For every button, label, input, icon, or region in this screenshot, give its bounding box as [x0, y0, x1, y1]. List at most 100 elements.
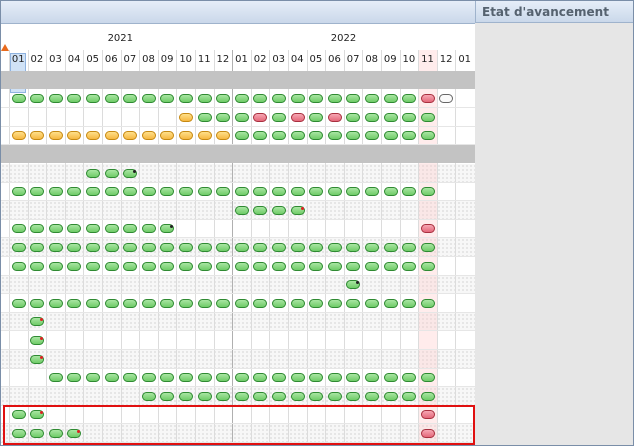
task-milestone[interactable] — [253, 94, 268, 104]
month-header[interactable]: 02 — [251, 54, 270, 65]
task-milestone[interactable] — [290, 131, 305, 141]
task-milestone[interactable] — [216, 131, 231, 141]
task-milestone[interactable] — [197, 261, 212, 271]
task-milestone[interactable] — [309, 261, 324, 271]
task-milestone[interactable] — [160, 94, 175, 104]
month-header[interactable]: 11 — [195, 54, 214, 65]
task-milestone[interactable] — [67, 298, 82, 308]
task-milestone[interactable] — [234, 298, 249, 308]
task-milestone[interactable] — [197, 112, 212, 122]
task-milestone[interactable] — [141, 242, 156, 252]
task-milestone[interactable] — [271, 131, 286, 141]
task-milestone[interactable] — [253, 112, 268, 122]
task-milestone[interactable] — [104, 94, 119, 104]
month-header[interactable]: 08 — [139, 54, 158, 65]
task-milestone[interactable] — [290, 242, 305, 252]
task-milestone[interactable] — [439, 94, 454, 104]
task-milestone[interactable] — [271, 94, 286, 104]
task-milestone[interactable] — [141, 261, 156, 271]
task-milestone[interactable] — [364, 242, 379, 252]
task-milestone[interactable] — [309, 391, 324, 401]
task-milestone[interactable] — [197, 187, 212, 197]
task-milestone[interactable] — [383, 373, 398, 383]
task-milestone[interactable] — [383, 187, 398, 197]
task-milestone[interactable] — [67, 131, 82, 141]
task-milestone[interactable] — [253, 391, 268, 401]
task-milestone[interactable] — [160, 224, 175, 234]
task-milestone[interactable] — [234, 112, 249, 122]
task-milestone[interactable] — [104, 261, 119, 271]
task-milestone[interactable] — [123, 187, 138, 197]
task-milestone[interactable] — [216, 187, 231, 197]
task-milestone[interactable] — [402, 373, 417, 383]
task-milestone[interactable] — [346, 94, 361, 104]
task-milestone[interactable] — [85, 373, 100, 383]
task-milestone[interactable] — [11, 94, 26, 104]
task-milestone[interactable] — [402, 261, 417, 271]
task-milestone[interactable] — [290, 112, 305, 122]
task-milestone[interactable] — [364, 373, 379, 383]
task-milestone[interactable] — [178, 112, 193, 122]
task-milestone[interactable] — [253, 261, 268, 271]
task-milestone[interactable] — [30, 187, 45, 197]
task-milestone[interactable] — [420, 131, 435, 141]
task-milestone[interactable] — [234, 187, 249, 197]
task-milestone[interactable] — [327, 94, 342, 104]
task-milestone[interactable] — [290, 94, 305, 104]
task-milestone[interactable] — [253, 205, 268, 215]
task-milestone[interactable] — [364, 187, 379, 197]
task-milestone[interactable] — [30, 354, 45, 364]
month-header[interactable]: 10 — [176, 54, 195, 65]
month-header[interactable]: 03 — [269, 54, 288, 65]
task-milestone[interactable] — [85, 168, 100, 178]
task-milestone[interactable] — [216, 242, 231, 252]
task-milestone[interactable] — [290, 391, 305, 401]
group-header-row[interactable] — [1, 145, 475, 163]
task-milestone[interactable] — [346, 131, 361, 141]
task-milestone[interactable] — [11, 187, 26, 197]
task-milestone[interactable] — [104, 373, 119, 383]
task-milestone[interactable] — [160, 187, 175, 197]
task-milestone[interactable] — [216, 391, 231, 401]
task-milestone[interactable] — [123, 261, 138, 271]
task-milestone[interactable] — [253, 373, 268, 383]
month-header[interactable]: 09 — [381, 54, 400, 65]
task-milestone[interactable] — [48, 131, 63, 141]
task-milestone[interactable] — [48, 187, 63, 197]
month-header[interactable]: 01 — [232, 54, 251, 65]
task-milestone[interactable] — [197, 131, 212, 141]
task-milestone[interactable] — [309, 94, 324, 104]
task-milestone[interactable] — [271, 112, 286, 122]
task-milestone[interactable] — [160, 373, 175, 383]
task-milestone[interactable] — [364, 94, 379, 104]
task-milestone[interactable] — [67, 187, 82, 197]
task-milestone[interactable] — [271, 373, 286, 383]
task-milestone[interactable] — [364, 298, 379, 308]
task-milestone[interactable] — [30, 131, 45, 141]
month-header[interactable]: 09 — [158, 54, 177, 65]
task-milestone[interactable] — [178, 373, 193, 383]
task-milestone[interactable] — [85, 224, 100, 234]
task-milestone[interactable] — [309, 298, 324, 308]
month-header[interactable]: 05 — [307, 54, 326, 65]
task-milestone[interactable] — [234, 242, 249, 252]
task-milestone[interactable] — [327, 391, 342, 401]
task-milestone[interactable] — [141, 187, 156, 197]
task-milestone[interactable] — [178, 131, 193, 141]
task-milestone[interactable] — [364, 131, 379, 141]
task-milestone[interactable] — [216, 112, 231, 122]
month-header[interactable]: 05 — [83, 54, 102, 65]
month-header[interactable]: 12 — [437, 54, 456, 65]
task-milestone[interactable] — [309, 112, 324, 122]
month-header[interactable]: 06 — [102, 54, 121, 65]
task-milestone[interactable] — [141, 298, 156, 308]
task-milestone[interactable] — [253, 298, 268, 308]
task-milestone[interactable] — [216, 94, 231, 104]
task-milestone[interactable] — [402, 187, 417, 197]
task-milestone[interactable] — [346, 280, 361, 290]
task-milestone[interactable] — [402, 298, 417, 308]
task-milestone[interactable] — [383, 261, 398, 271]
task-milestone[interactable] — [420, 261, 435, 271]
task-milestone[interactable] — [271, 391, 286, 401]
task-milestone[interactable] — [178, 94, 193, 104]
